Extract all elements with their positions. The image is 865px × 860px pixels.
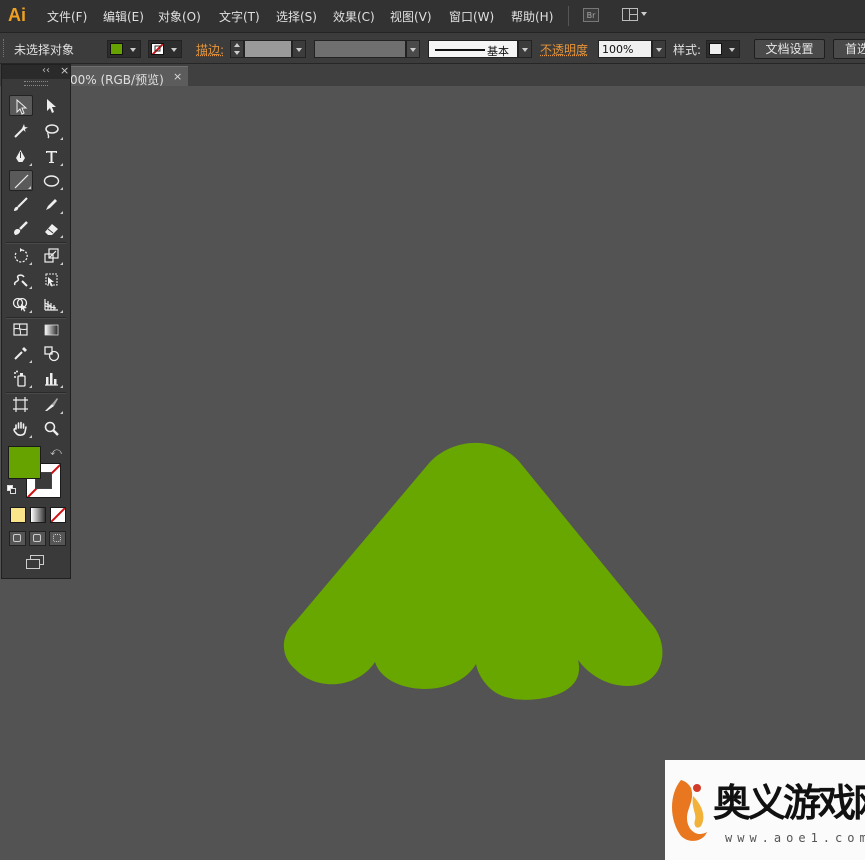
column-graph-tool[interactable] [40,368,64,389]
menu-select[interactable]: 选择(S) [276,8,317,25]
variable-width-dropdown[interactable] [406,40,420,58]
brush-definition-field[interactable]: 基本 [428,40,518,58]
selection-status: 未选择对象 [14,41,74,58]
green-bell-shape[interactable] [284,443,663,700]
menu-view[interactable]: 视图(V) [390,8,432,25]
direct-selection-tool[interactable] [40,95,64,116]
artboard-tool[interactable] [9,394,33,415]
blob-brush-tool[interactable] [9,218,33,239]
scale-tool[interactable] [40,245,64,266]
panel-grip[interactable] [3,39,6,57]
fill-color-chip [110,43,123,55]
close-icon[interactable]: × [60,64,69,77]
panel-grip[interactable] [24,81,48,86]
none-mode-button[interactable] [50,507,66,523]
stroke-weight-dropdown[interactable] [292,40,306,58]
eraser-tool[interactable] [40,218,64,239]
tools-panel-header[interactable]: ‹‹ × [2,65,70,79]
opacity-dropdown[interactable] [652,40,666,58]
fill-swatch[interactable] [8,446,41,479]
variable-width-field[interactable] [314,40,406,58]
hand-tool[interactable] [9,418,33,439]
chevron-down-icon [171,48,177,52]
toolbox-divider [6,242,66,244]
document-tab[interactable]: 00% (RGB/预览) × [60,66,188,86]
stroke-label[interactable]: 描边: [196,41,224,58]
app-logo: Ai [8,5,26,26]
stroke-weight-field[interactable] [244,40,292,58]
perspective-grid-tool[interactable] [40,293,64,314]
ellipse-tool[interactable] [40,170,64,191]
eyedropper-tool[interactable] [9,343,33,364]
swap-fill-stroke-icon[interactable]: ⤺ [50,445,62,459]
draw-behind-button[interactable] [29,531,46,546]
stroke-color-dropdown[interactable] [148,40,182,58]
screen-mode-icon[interactable] [24,555,48,573]
symbol-sprayer-tool[interactable] [9,368,33,389]
stroke-none-chip [151,43,164,55]
close-icon[interactable]: × [173,70,182,83]
menu-help[interactable]: 帮助(H) [511,8,553,25]
menu-edit[interactable]: 编辑(E) [103,8,144,25]
default-fill-stroke-icon[interactable] [7,485,17,495]
type-tool[interactable] [40,146,64,167]
gradient-mode-button[interactable] [30,507,46,523]
menu-type[interactable]: 文字(T) [219,8,260,25]
graphic-style-chip [709,43,722,55]
color-mode-button[interactable] [10,507,26,523]
style-label: 样式: [673,41,701,58]
lasso-tool[interactable] [40,120,64,141]
rotate-tool[interactable] [9,245,33,266]
free-transform-tool[interactable] [40,269,64,290]
menu-window[interactable]: 窗口(W) [449,8,494,25]
chevron-down-icon [729,48,735,52]
warp-tool[interactable] [9,269,33,290]
menu-bar: Ai 文件(F) 编辑(E) 对象(O) 文字(T) 选择(S) 效果(C) 视… [0,0,865,33]
watermark-url: www.aoe1.com [725,831,865,845]
bridge-icon[interactable]: Br [583,8,599,22]
gradient-tool[interactable] [40,319,64,340]
artboard-canvas[interactable] [0,86,865,860]
control-bar: 未选择对象 描边: 基本 不透明度 100% 样式: 文档设置 首选项 [0,33,865,64]
menu-effect[interactable]: 效果(C) [333,8,375,25]
selection-tool[interactable] [9,95,33,116]
menu-divider [568,6,569,26]
collapse-icon[interactable]: ‹‹ [42,65,50,76]
line-segment-tool[interactable] [9,170,33,191]
artwork[interactable] [0,86,865,860]
flame-logo-icon [667,768,713,848]
paintbrush-tool[interactable] [9,194,33,215]
brush-definition-dropdown[interactable] [518,40,532,58]
document-tab-bar: 00% (RGB/预览) × [0,64,865,86]
slice-tool[interactable] [40,394,64,415]
watermark-title: 奥义游戏网 [713,772,865,827]
menu-file[interactable]: 文件(F) [47,8,87,25]
stroke-weight-stepper[interactable] [230,40,244,58]
blend-tool[interactable] [40,343,64,364]
mesh-tool[interactable] [9,319,33,340]
site-watermark: 奥义游戏网 www.aoe1.com [665,760,865,860]
preferences-button[interactable]: 首选项 [833,39,865,59]
tools-panel: ‹‹ × ⤺ [1,64,71,579]
shape-builder-tool[interactable] [9,293,33,314]
menu-object[interactable]: 对象(O) [158,8,201,25]
draw-normal-button[interactable] [9,531,26,546]
graphic-style-dropdown[interactable] [706,40,740,58]
pen-tool[interactable] [9,146,33,167]
document-setup-button[interactable]: 文档设置 [754,39,825,59]
workspace-switcher-icon[interactable] [622,8,650,22]
zoom-tool[interactable] [40,418,64,439]
brush-definition-label: 基本 [487,43,509,59]
fill-color-dropdown[interactable] [107,40,141,58]
draw-inside-button[interactable] [49,531,66,546]
chevron-down-icon [130,48,136,52]
magic-wand-tool[interactable] [9,120,33,141]
opacity-label[interactable]: 不透明度 [540,41,588,58]
pencil-tool[interactable] [40,194,64,215]
opacity-field[interactable]: 100% [598,40,652,58]
